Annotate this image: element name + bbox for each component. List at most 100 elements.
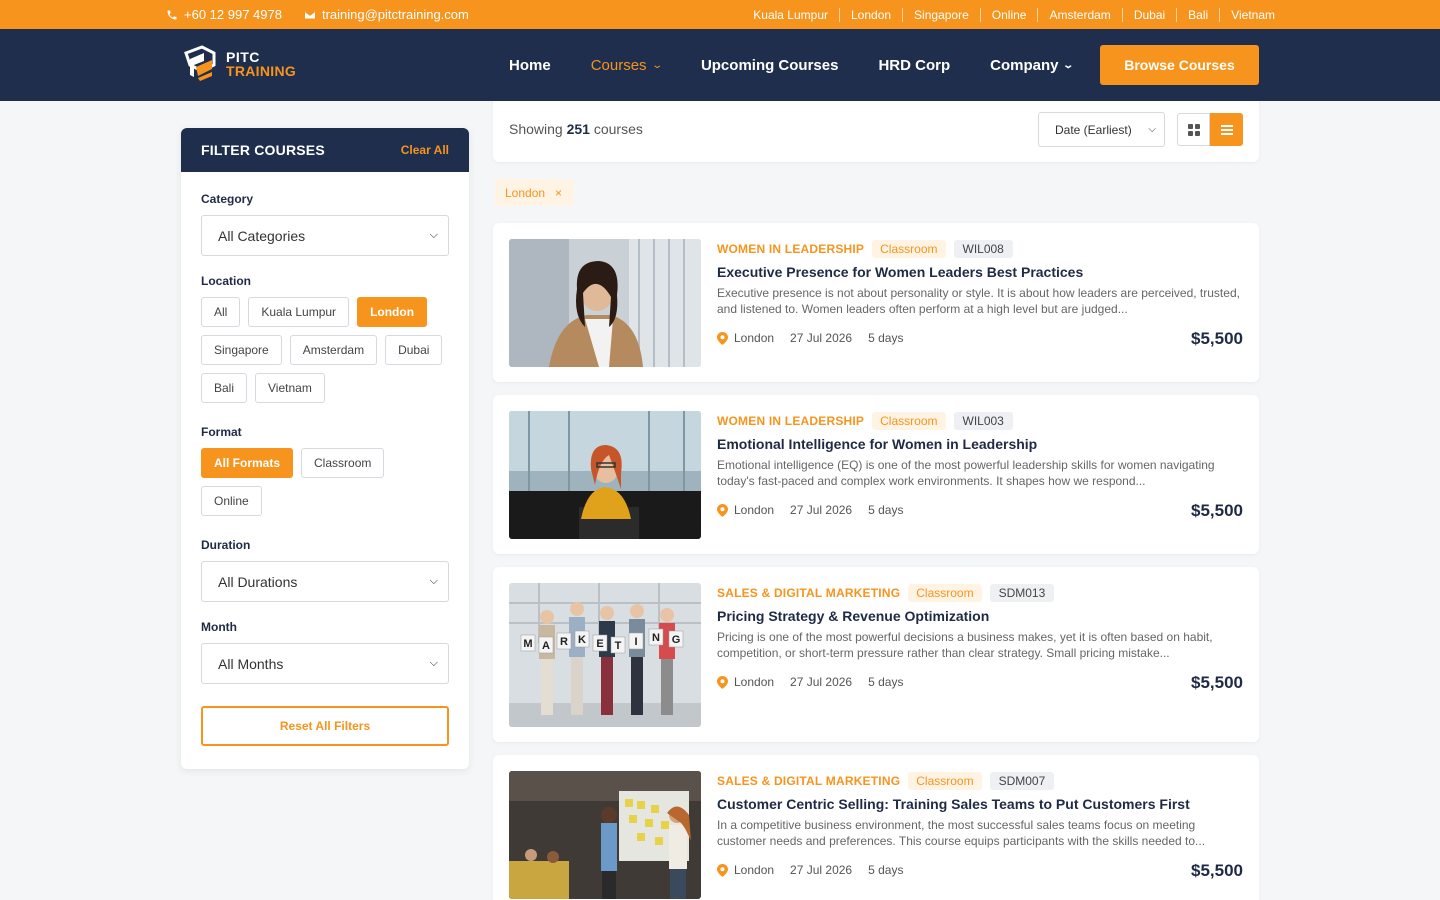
email-text: training@pitctraining.com xyxy=(321,7,469,22)
course-code-badge: SDM007 xyxy=(989,771,1055,790)
chevron-down-icon: ⌄ xyxy=(1062,59,1075,71)
course-description: Emotional intelligence (EQ) is one of th… xyxy=(717,458,1215,488)
map-pin-icon xyxy=(717,863,728,877)
location-chip-amsterdam[interactable]: Amsterdam xyxy=(289,335,378,365)
email-link[interactable]: training@pitctraining.com xyxy=(304,7,469,22)
course-description: Pricing is one of the most powerful deci… xyxy=(717,630,1213,660)
course-image: M A R K E T I N G xyxy=(509,583,701,727)
course-description: In a competitive business environment, t… xyxy=(717,818,1206,848)
filter-panel: FILTER COURSES Clear All Category All Ca… xyxy=(181,128,469,769)
image-letter: A xyxy=(542,640,550,652)
nav-home[interactable]: Home xyxy=(509,57,551,74)
grid-view-button[interactable] xyxy=(1177,113,1210,146)
course-location: London xyxy=(734,863,775,877)
results-count: Showing 251 courses xyxy=(509,121,643,137)
category-label: Category xyxy=(201,192,254,206)
course-category[interactable]: WOMEN IN LEADERSHIP xyxy=(717,414,864,428)
filter-header: FILTER COURSES Clear All xyxy=(181,128,469,172)
location-chip-london[interactable]: London xyxy=(357,297,428,327)
location-chip-bali[interactable]: Bali xyxy=(201,373,248,403)
duration-select-value: All Durations xyxy=(218,573,298,590)
course-title[interactable]: Emotional Intelligence for Women in Lead… xyxy=(717,436,1243,452)
course-image xyxy=(509,411,701,539)
course-image xyxy=(509,771,701,899)
image-letter: I xyxy=(634,636,637,648)
list-view-button[interactable] xyxy=(1210,113,1243,146)
nav-menu: Home Courses ⌄ Upcoming Courses HRD Corp … xyxy=(509,29,1075,101)
marketing-team-icon: M A R K E T I N G xyxy=(509,583,701,727)
city-links: Kuala Lumpur London Singapore Online Ams… xyxy=(742,0,1275,29)
format-chips: All Formats Classroom Online xyxy=(201,448,451,516)
browse-courses-button[interactable]: Browse Courses xyxy=(1100,45,1259,85)
chevron-down-icon: ⌵ xyxy=(429,229,438,241)
active-filter-tag: London × xyxy=(495,179,575,206)
phone-link[interactable]: +60 12 997 4978 xyxy=(166,7,282,22)
nav-company[interactable]: Company ⌄ xyxy=(990,56,1075,74)
course-date: 27 Jul 2026 xyxy=(790,863,853,877)
course-format-badge: Classroom xyxy=(872,239,946,258)
chevron-down-icon: ⌵ xyxy=(1148,124,1156,135)
image-letter: T xyxy=(615,640,622,652)
nav-upcoming-label: Upcoming Courses xyxy=(700,56,839,74)
format-chip-online[interactable]: Online xyxy=(201,486,262,516)
city-link-bali[interactable]: Bali xyxy=(1176,7,1219,22)
nav-home-label: Home xyxy=(509,56,551,74)
course-category[interactable]: SALES & DIGITAL MARKETING xyxy=(717,586,900,600)
course-category[interactable]: WOMEN IN LEADERSHIP xyxy=(717,242,864,256)
course-category[interactable]: SALES & DIGITAL MARKETING xyxy=(717,774,900,788)
chevron-down-icon: ⌵ xyxy=(429,657,438,669)
image-letter: M xyxy=(523,638,532,650)
course-format-badge: Classroom xyxy=(908,771,982,790)
month-select[interactable]: All Months ⌵ xyxy=(201,643,449,684)
duration-select[interactable]: All Durations ⌵ xyxy=(201,561,449,602)
course-title[interactable]: Pricing Strategy & Revenue Optimization xyxy=(717,608,1243,624)
city-link-amsterdam[interactable]: Amsterdam xyxy=(1037,7,1121,22)
format-chip-classroom[interactable]: Classroom xyxy=(301,448,385,478)
course-price: $5,500 xyxy=(1191,329,1243,348)
map-pin-icon xyxy=(717,675,728,689)
category-select-value: All Categories xyxy=(218,227,306,244)
image-letter: K xyxy=(578,634,586,646)
chevron-down-icon: ⌄ xyxy=(650,59,663,71)
mail-icon xyxy=(304,11,315,18)
location-chip-dubai[interactable]: Dubai xyxy=(385,335,443,365)
course-meta: London 27 Jul 2026 5 days xyxy=(717,331,903,345)
remove-filter-icon[interactable]: × xyxy=(555,186,562,200)
location-chip-vietnam[interactable]: Vietnam xyxy=(255,373,325,403)
course-title[interactable]: Customer Centric Selling: Training Sales… xyxy=(717,796,1243,812)
city-link-singapore[interactable]: Singapore xyxy=(902,7,980,22)
location-chip-kuala-lumpur[interactable]: Kuala Lumpur xyxy=(248,297,350,327)
sort-select[interactable]: Date (Earliest) ⌵ xyxy=(1038,112,1165,147)
category-select[interactable]: All Categories ⌵ xyxy=(201,215,449,256)
course-card[interactable]: M A R K E T I N G SALES & DIGITAL MARKET… xyxy=(493,567,1259,742)
city-link-dubai[interactable]: Dubai xyxy=(1121,7,1176,22)
city-link-kuala-lumpur[interactable]: Kuala Lumpur xyxy=(742,8,839,22)
city-link-online[interactable]: Online xyxy=(979,7,1038,22)
location-chip-all[interactable]: All xyxy=(201,297,241,327)
location-chip-singapore[interactable]: Singapore xyxy=(201,335,282,365)
course-title[interactable]: Executive Presence for Women Leaders Bes… xyxy=(717,264,1243,280)
map-pin-icon xyxy=(717,503,728,517)
course-card[interactable]: WOMEN IN LEADERSHIP Classroom WIL008 Exe… xyxy=(493,223,1259,382)
nav-hrd-corp[interactable]: HRD Corp xyxy=(878,57,950,74)
nav-courses[interactable]: Courses ⌄ xyxy=(591,57,663,74)
nav-company-label: Company xyxy=(990,56,1059,74)
city-link-vietnam[interactable]: Vietnam xyxy=(1219,7,1275,22)
course-date: 27 Jul 2026 xyxy=(790,331,853,345)
course-card[interactable]: SALES & DIGITAL MARKETING Classroom SDM0… xyxy=(493,755,1259,900)
image-letter: N xyxy=(652,632,660,644)
course-duration: 5 days xyxy=(868,503,904,517)
city-link-london[interactable]: London xyxy=(839,7,902,22)
clear-all-link[interactable]: Clear All xyxy=(401,143,449,157)
reset-filters-button[interactable]: Reset All Filters xyxy=(201,706,449,746)
course-card[interactable]: WOMEN IN LEADERSHIP Classroom WIL003 Emo… xyxy=(493,395,1259,554)
course-price: $5,500 xyxy=(1191,673,1243,692)
course-price: $5,500 xyxy=(1191,501,1243,520)
logo-mark-icon xyxy=(184,45,216,81)
nav-upcoming-courses[interactable]: Upcoming Courses xyxy=(701,57,839,74)
course-duration: 5 days xyxy=(868,675,904,689)
chevron-down-icon: ⌵ xyxy=(429,575,438,587)
format-chip-all[interactable]: All Formats xyxy=(201,448,294,478)
sales-team-meeting-icon xyxy=(509,771,701,899)
brand-logo[interactable]: PITC TRAINING xyxy=(182,45,296,83)
